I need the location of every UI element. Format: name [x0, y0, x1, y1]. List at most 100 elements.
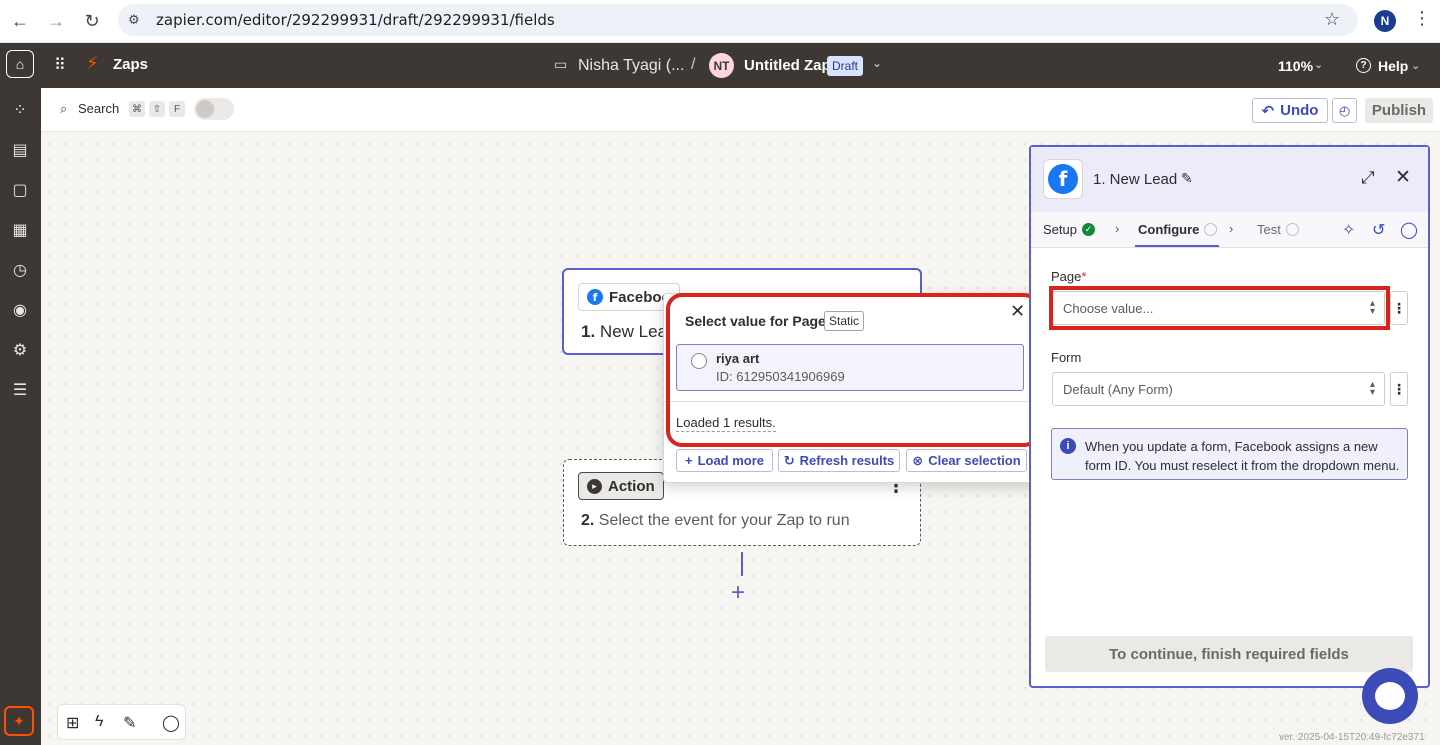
file-zap-icon[interactable]: ▤: [10, 140, 30, 160]
browser-toolbar: ← → ↻ ⚙ zapier.com/editor/292299931/draf…: [0, 0, 1440, 43]
tab-test[interactable]: Test: [1257, 222, 1299, 237]
add-app-icon[interactable]: ⊞: [66, 713, 79, 733]
site-settings-icon[interactable]: ⚙: [128, 12, 140, 28]
url-text[interactable]: zapier.com/editor/292299931/draft/292299…: [156, 11, 555, 29]
active-tab-indicator: [1135, 245, 1219, 247]
add-step-plus-icon[interactable]: +: [731, 581, 745, 605]
forward-arrow-icon[interactable]: →: [44, 9, 68, 33]
home-icon[interactable]: ⌂: [6, 50, 34, 78]
refresh-label: Refresh results: [799, 453, 895, 468]
expand-icon[interactable]: ⤢: [1361, 168, 1375, 188]
static-badge: Static: [824, 311, 865, 331]
check-icon: ✓: [1081, 223, 1095, 236]
option-id: ID: 612950341906969: [716, 369, 845, 384]
step-title: New Lea: [599, 322, 668, 341]
publish-button[interactable]: Publish: [1365, 98, 1433, 123]
calendar-icon[interactable]: ▦: [10, 220, 30, 240]
form-field-menu-icon[interactable]: ⋮: [1390, 372, 1408, 406]
chevron-down-icon[interactable]: ⌄: [872, 56, 882, 70]
zaps-label[interactable]: Zaps: [113, 56, 148, 73]
folder-name[interactable]: Nisha Tyagi (...: [578, 57, 684, 75]
trigger-step-title: 1. New Lea: [581, 322, 667, 342]
zoom-level[interactable]: 110%: [1278, 58, 1313, 74]
tab-test-label: Test: [1257, 222, 1281, 237]
status-badge: Draft: [827, 56, 864, 76]
app-grid-icon[interactable]: ⠿: [54, 55, 66, 75]
action-step-title: 2. Select the event for your Zap to run: [581, 512, 850, 530]
required-mark: *: [1081, 269, 1087, 284]
tab-configure[interactable]: Configure: [1138, 222, 1218, 237]
panel-tabs: Setup ✓ › Configure › Test ✧ ↺ ◯: [1031, 212, 1428, 248]
search-icon[interactable]: ⌕: [60, 101, 67, 117]
step-config-panel: f 1. New Lead ✎ ⤢ ✕ Setup ✓ › Configure …: [1029, 145, 1430, 688]
sort-caret-icon: ▴ ▾: [1369, 379, 1375, 398]
undo-button[interactable]: ↶ Undo: [1252, 98, 1328, 123]
trigger-app-name: Faceboo: [609, 288, 671, 306]
facebook-icon: f: [587, 289, 603, 305]
shortcut-key-cmd: ⌘: [129, 101, 145, 117]
close-icon[interactable]: ✕: [1010, 301, 1025, 322]
bolt-icon[interactable]: ϟ: [95, 713, 103, 731]
sparkle-icon[interactable]: ✧: [1342, 220, 1355, 240]
templates-icon[interactable]: ⁘: [10, 100, 30, 120]
reload-icon[interactable]: ↻: [80, 9, 104, 33]
panel-title[interactable]: 1. New Lead: [1093, 171, 1177, 188]
copilot-icon[interactable]: ✦: [4, 706, 34, 736]
version-history-icon[interactable]: ◴: [1332, 98, 1357, 123]
comment-bubble-icon[interactable]: ◯: [1400, 220, 1418, 240]
pencil-icon[interactable]: ✎: [1181, 170, 1193, 187]
form-select-value: Default (Any Form): [1063, 382, 1173, 397]
help-menu[interactable]: Help: [1378, 58, 1408, 74]
chevron-right-icon: ›: [1115, 221, 1120, 236]
step-connector: [741, 552, 743, 576]
plus-icon: +: [684, 453, 693, 468]
history-clock-icon[interactable]: ◷: [10, 260, 30, 280]
info-text: When you update a form, Facebook assigns…: [1085, 439, 1400, 473]
zap-title[interactable]: Untitled Zap: [744, 57, 831, 74]
step-number: 2.: [581, 512, 595, 529]
action-chip[interactable]: ▸ Action: [578, 472, 664, 500]
clear-selection-button[interactable]: ⊗ Clear selection: [906, 449, 1027, 472]
option-radio[interactable]: [691, 353, 707, 369]
back-arrow-icon[interactable]: ←: [8, 9, 32, 33]
tab-setup[interactable]: Setup ✓: [1043, 222, 1095, 237]
undo-label: Undo: [1280, 102, 1319, 119]
chevron-down-icon[interactable]: ⌄: [1314, 58, 1323, 71]
reset-icon[interactable]: ↺: [1372, 220, 1385, 240]
search-label[interactable]: Search: [78, 101, 119, 116]
panel-app-icon: f: [1043, 159, 1083, 199]
load-more-button[interactable]: + Load more: [676, 449, 773, 472]
bookmark-star-icon[interactable]: ☆: [1324, 9, 1340, 30]
undo-icon: ↶: [1261, 102, 1275, 120]
page-option[interactable]: riya art ID: 612950341906969: [676, 344, 1024, 391]
profile-avatar[interactable]: N: [1374, 10, 1396, 32]
editor-header: ⌂ ⠿ ⚡ Zaps ▭ Nisha Tyagi (... / NT Untit…: [0, 43, 1440, 88]
refresh-results-button[interactable]: ↻ Refresh results: [778, 449, 900, 472]
chat-bubble-inner: [1375, 682, 1405, 710]
chevron-down-icon[interactable]: ⌄: [1411, 59, 1420, 72]
version-label: ver. 2025-04-15T20:49-fc72e371: [1279, 732, 1425, 743]
tab-setup-label: Setup: [1043, 222, 1077, 237]
info-icon: i: [1060, 438, 1076, 454]
browser-menu-icon[interactable]: ⋮: [1413, 8, 1431, 29]
view-toggle[interactable]: [194, 98, 234, 120]
continue-button[interactable]: To continue, finish required fields: [1045, 636, 1413, 672]
shortcut-key-shift: ⇧: [149, 101, 165, 117]
page-field-menu-icon[interactable]: ⋮: [1390, 291, 1408, 325]
stack-icon[interactable]: ☰: [10, 380, 30, 400]
canvas-tools: ⊞ ϟ ✎ ◯: [57, 704, 186, 740]
chat-support-icon[interactable]: [1362, 668, 1418, 724]
activity-icon[interactable]: ◉: [10, 300, 30, 320]
comment-icon[interactable]: ◯: [162, 713, 180, 733]
tools-icon[interactable]: ✎: [123, 713, 136, 733]
load-more-label: Load more: [697, 453, 765, 468]
chevron-right-icon: ›: [1229, 221, 1234, 236]
folder-icon: ▭: [554, 56, 568, 72]
form-select[interactable]: Default (Any Form) ▴ ▾: [1052, 372, 1385, 406]
zapier-bolt-icon: ⚡: [86, 53, 99, 73]
comment-icon[interactable]: ▢: [10, 180, 30, 200]
settings-gear-icon[interactable]: ⚙: [10, 340, 30, 360]
close-icon[interactable]: ✕: [1395, 166, 1411, 189]
address-bar[interactable]: ⚙ zapier.com/editor/292299931/draft/2922…: [118, 4, 1358, 36]
help-icon[interactable]: ?: [1356, 58, 1371, 73]
